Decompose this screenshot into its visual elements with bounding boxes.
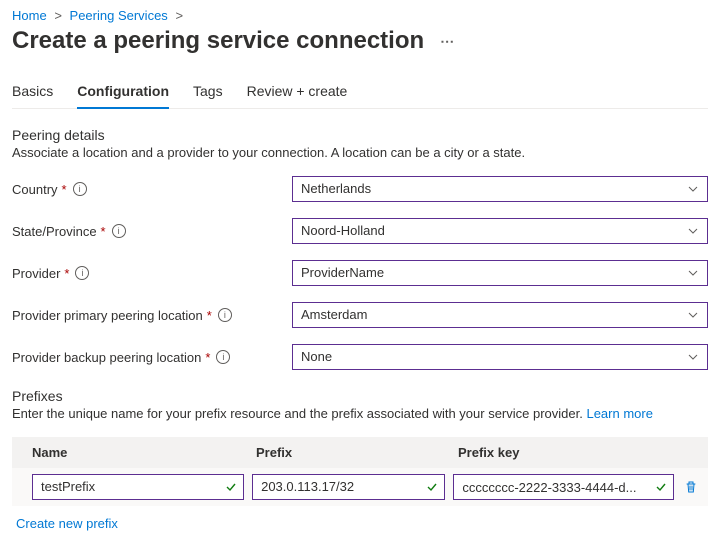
breadcrumb-peering-services[interactable]: Peering Services [70,8,168,23]
delete-icon[interactable] [682,478,700,496]
input-value: testPrefix [41,479,95,494]
page-title-text: Create a peering service connection [12,27,424,55]
required-asterisk: * [64,266,69,281]
chevron-down-icon [687,225,699,237]
info-icon[interactable]: i [112,224,126,238]
backup-location-select[interactable]: None [292,344,708,370]
prefixes-desc: Enter the unique name for your prefix re… [12,406,708,421]
select-value: Netherlands [301,181,371,196]
tab-basics[interactable]: Basics [12,83,53,108]
prefixes-table: Name Prefix Prefix key testPrefix 203.0.… [12,437,708,506]
tab-configuration[interactable]: Configuration [77,83,169,109]
breadcrumb-sep: > [171,8,187,23]
chevron-down-icon [687,183,699,195]
prefix-name-input[interactable]: testPrefix [32,474,244,500]
check-icon [225,481,237,493]
select-value: None [301,349,332,364]
page-title: Create a peering service connection ⋯ [12,27,708,55]
more-actions-icon[interactable]: ⋯ [440,33,456,50]
field-provider-label: Provider * i [12,266,292,281]
field-primary-location-row: Provider primary peering location * i Am… [12,302,708,328]
select-value: ProviderName [301,265,384,280]
learn-more-link[interactable]: Learn more [586,406,652,421]
label-text: Provider primary peering location [12,308,203,323]
field-country-row: Country * i Netherlands [12,176,708,202]
field-backup-location-label: Provider backup peering location * i [12,350,292,365]
col-prefix-key: Prefix key [458,445,700,460]
required-asterisk: * [205,350,210,365]
field-provider-row: Provider * i ProviderName [12,260,708,286]
create-new-prefix-link[interactable]: Create new prefix [16,516,118,531]
col-name: Name [32,445,256,460]
field-primary-location-label: Provider primary peering location * i [12,308,292,323]
prefix-key-input[interactable]: cccccccc-2222-3333-4444-d... [453,474,674,500]
select-value: Noord-Holland [301,223,385,238]
table-row: testPrefix 203.0.113.17/32 cccccccc-2222… [12,468,708,506]
field-state-label: State/Province * i [12,224,292,239]
prefixes-desc-text: Enter the unique name for your prefix re… [12,406,586,421]
check-icon [426,481,438,493]
required-asterisk: * [101,224,106,239]
col-prefix: Prefix [256,445,458,460]
label-text: Provider backup peering location [12,350,201,365]
chevron-down-icon [687,267,699,279]
label-text: Country [12,182,58,197]
required-asterisk: * [207,308,212,323]
field-country-label: Country * i [12,182,292,197]
table-header: Name Prefix Prefix key [12,437,708,468]
prefixes-heading: Prefixes [12,388,708,404]
info-icon[interactable]: i [73,182,87,196]
required-asterisk: * [62,182,67,197]
prefix-value-input[interactable]: 203.0.113.17/32 [252,474,445,500]
info-icon[interactable]: i [216,350,230,364]
country-select[interactable]: Netherlands [292,176,708,202]
select-value: Amsterdam [301,307,367,322]
info-icon[interactable]: i [75,266,89,280]
input-value: 203.0.113.17/32 [261,479,354,494]
tab-tags[interactable]: Tags [193,83,223,108]
label-text: State/Province [12,224,97,239]
chevron-down-icon [687,351,699,363]
chevron-down-icon [687,309,699,321]
input-value: cccccccc-2222-3333-4444-d... [462,476,636,500]
info-icon[interactable]: i [218,308,232,322]
peering-details-desc: Associate a location and a provider to y… [12,145,708,160]
primary-location-select[interactable]: Amsterdam [292,302,708,328]
tab-review-create[interactable]: Review + create [247,83,348,108]
breadcrumb-home[interactable]: Home [12,8,47,23]
peering-details-heading: Peering details [12,127,708,143]
check-icon [655,481,667,493]
tabs: Basics Configuration Tags Review + creat… [12,83,708,109]
label-text: Provider [12,266,60,281]
field-backup-location-row: Provider backup peering location * i Non… [12,344,708,370]
breadcrumb: Home > Peering Services > [12,8,708,23]
state-select[interactable]: Noord-Holland [292,218,708,244]
provider-select[interactable]: ProviderName [292,260,708,286]
field-state-row: State/Province * i Noord-Holland [12,218,708,244]
breadcrumb-sep: > [50,8,66,23]
